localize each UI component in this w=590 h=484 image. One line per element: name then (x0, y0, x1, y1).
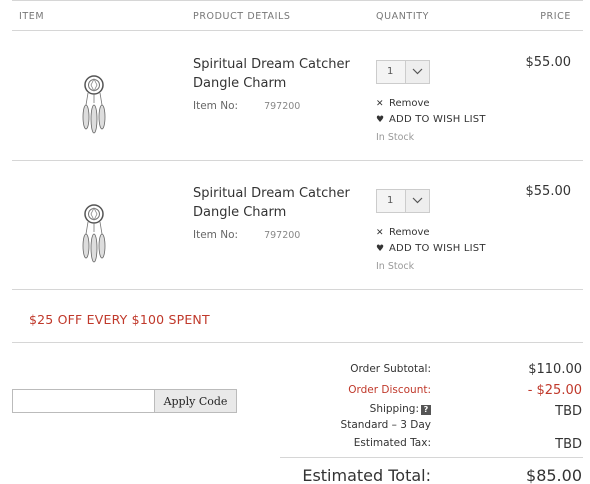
subtotal-value: $110.00 (528, 362, 582, 377)
remove-link[interactable]: ✕ Remove (376, 227, 430, 238)
quantity-select[interactable]: 1 (376, 189, 430, 213)
summary-divider (280, 457, 583, 458)
discount-label: Order Discount: (348, 384, 431, 396)
apply-code-button[interactable]: Apply Code (154, 389, 237, 413)
quantity-select[interactable]: 1 (376, 60, 430, 84)
add-to-wishlist-link[interactable]: ♥ ADD TO WISH LIST (376, 114, 486, 125)
chevron-down-icon[interactable] (405, 61, 429, 83)
close-icon: ✕ (376, 99, 384, 109)
dream-catcher-charm-image[interactable] (80, 204, 108, 264)
shipping-value: TBD (555, 404, 582, 419)
stock-status: In Stock (376, 261, 415, 272)
promo-text: $25 OFF EVERY $100 SPENT (29, 312, 210, 327)
total-value: $85.00 (526, 466, 582, 484)
shipping-label: Shipping: (369, 403, 419, 415)
remove-label: Remove (389, 98, 430, 109)
cart-row: Spiritual Dream Catcher Dangle Charm Ite… (12, 31, 583, 161)
remove-link[interactable]: ✕ Remove (376, 98, 430, 109)
subtotal-label: Order Subtotal: (350, 363, 431, 375)
cart-table-header: ITEM PRODUCT DETAILS QUANTITY PRICE (12, 0, 583, 31)
shipping-method: Standard – 3 Day (340, 419, 431, 431)
item-number: Item No: 797200 (193, 100, 300, 112)
promo-code-input[interactable] (12, 389, 155, 413)
wishlist-label: ADD TO WISH LIST (389, 243, 486, 254)
quantity-value: 1 (387, 195, 394, 206)
chevron-down-icon[interactable] (405, 190, 429, 212)
item-number-label: Item No: (193, 100, 239, 112)
help-icon[interactable]: ? (421, 405, 431, 415)
product-name[interactable]: Spiritual Dream Catcher Dangle Charm (193, 55, 373, 93)
discount-value: - $25.00 (527, 383, 582, 398)
item-number: Item No: 797200 (193, 229, 300, 241)
remove-label: Remove (389, 227, 430, 238)
heart-icon: ♥ (376, 115, 385, 125)
item-price: $55.00 (525, 184, 572, 199)
heart-icon: ♥ (376, 244, 385, 254)
close-icon: ✕ (376, 228, 384, 238)
header-product-details: PRODUCT DETAILS (193, 11, 291, 22)
item-number-label: Item No: (193, 229, 239, 241)
tax-label: Estimated Tax: (353, 437, 431, 449)
shipping-label-row: Shipping:? (370, 403, 431, 415)
add-to-wishlist-link[interactable]: ♥ ADD TO WISH LIST (376, 243, 486, 254)
header-price: PRICE (540, 11, 571, 22)
header-quantity: QUANTITY (376, 11, 430, 22)
total-label: Estimated Total: (302, 466, 431, 484)
item-number-value: 797200 (264, 230, 301, 241)
product-name[interactable]: Spiritual Dream Catcher Dangle Charm (193, 184, 373, 222)
header-item: ITEM (19, 11, 45, 22)
tax-value: TBD (555, 437, 582, 452)
dream-catcher-charm-image[interactable] (80, 75, 108, 135)
promo-banner: $25 OFF EVERY $100 SPENT (12, 289, 583, 343)
item-price: $55.00 (525, 55, 572, 70)
item-number-value: 797200 (264, 101, 301, 112)
stock-status: In Stock (376, 132, 415, 143)
quantity-value: 1 (387, 66, 394, 77)
wishlist-label: ADD TO WISH LIST (389, 114, 486, 125)
cart-row: Spiritual Dream Catcher Dangle Charm Ite… (12, 160, 583, 290)
